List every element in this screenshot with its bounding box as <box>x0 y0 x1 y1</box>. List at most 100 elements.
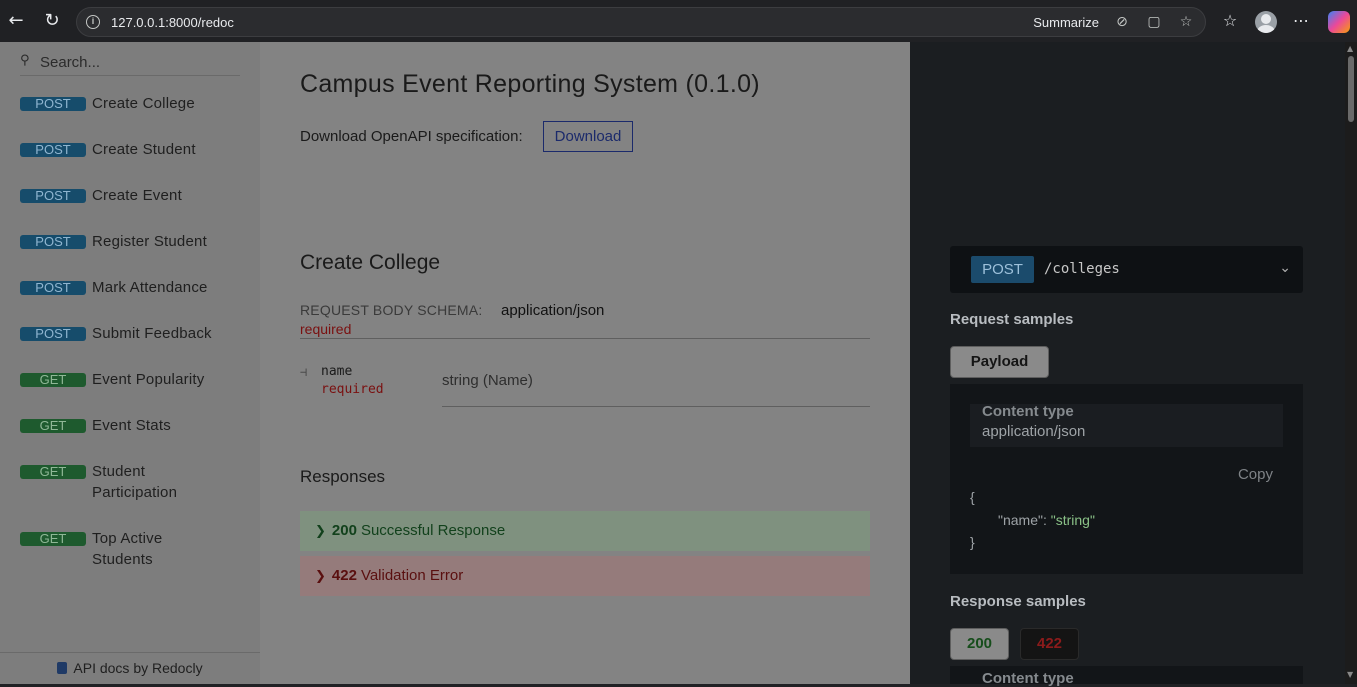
main-content: Campus Event Reporting System (0.1.0) Do… <box>260 42 910 684</box>
response-description: Successful Response <box>360 522 506 539</box>
summarize-icon[interactable]: ⊘ <box>1113 13 1131 31</box>
method-badge: GET <box>20 419 86 433</box>
response-tab-200[interactable]: 200 <box>950 628 1009 660</box>
method-badge: GET <box>20 532 86 546</box>
method-badge: POST <box>20 97 86 111</box>
scroll-up-icon[interactable]: ▲ <box>1347 44 1353 53</box>
search-input[interactable] <box>40 52 235 72</box>
sidebar-item-label: Event Popularity <box>92 371 205 388</box>
chevron-down-icon: ⌄ <box>1279 260 1291 276</box>
sidebar-item-label: Create Event <box>92 187 182 204</box>
scroll-thumb[interactable] <box>1348 56 1354 122</box>
url-text: 127.0.0.1:8000/redoc <box>111 15 234 30</box>
responses-title: Responses <box>300 467 386 486</box>
content-type-box: Content type application/json <box>970 403 1283 447</box>
redocly-logo-icon <box>57 662 68 674</box>
samples-panel: POST /colleges ⌄ Request samples Payload… <box>910 42 1345 687</box>
response-sample-panel: Content type <box>950 666 1303 687</box>
page-scrollbar[interactable]: ▲ ▼ <box>1345 42 1357 684</box>
request-sample-panel: Content type application/json Copy { "na… <box>950 384 1303 574</box>
sidebar-item-top-active-students[interactable]: GET Top Active Students <box>20 530 250 570</box>
sidebar-item-register-student[interactable]: POST Register Student <box>20 233 250 252</box>
sidebar-item-label: Create College <box>92 95 195 112</box>
sidebar-item-label: Event Stats <box>92 417 171 434</box>
content-type-value: application/json <box>982 423 1086 440</box>
sidebar-item-event-popularity[interactable]: GET Event Popularity <box>20 371 250 390</box>
site-info-icon[interactable]: i <box>86 15 100 29</box>
sidebar-item-label: Mark Attendance <box>92 279 208 296</box>
summarize-button[interactable]: Summarize <box>1033 15 1099 30</box>
browser-toolbar: ← ↻ i 127.0.0.1:8000/redoc Summarize ⊘ ▢… <box>0 0 1357 42</box>
back-icon[interactable]: ← <box>5 10 27 32</box>
download-text: Download OpenAPI specification: <box>300 128 523 145</box>
copy-button[interactable]: Copy <box>1238 466 1273 483</box>
sidebar-item-event-stats[interactable]: GET Event Stats <box>20 417 250 436</box>
operation-title: Create College <box>300 251 441 274</box>
chevron-right-icon: ❯ <box>315 524 326 539</box>
sidebar-item-label: Submit Feedback <box>92 325 212 342</box>
download-button[interactable]: Download <box>543 121 633 152</box>
response-200-row[interactable]: ❯ 200 Successful Response <box>300 511 870 551</box>
sidebar-item-mark-attendance[interactable]: POST Mark Attendance <box>20 279 250 298</box>
method-badge: POST <box>20 281 86 295</box>
profile-avatar[interactable] <box>1255 11 1277 33</box>
redocly-footer-text: API docs by Redocly <box>73 660 203 676</box>
json-close-brace: } <box>970 534 975 550</box>
sidebar-item-submit-feedback[interactable]: POST Submit Feedback <box>20 325 250 344</box>
search-icon: ⚲ <box>20 53 30 68</box>
body-required-label: required <box>300 321 352 337</box>
json-value: "string" <box>1050 512 1095 528</box>
request-body-content-type: application/json <box>501 302 605 319</box>
response-422-row[interactable]: ❯ 422 Validation Error <box>300 556 870 596</box>
response-code: 200 <box>331 522 357 539</box>
sidebar-item-label: Register Student <box>92 233 207 250</box>
page-title: Campus Event Reporting System (0.1.0) <box>300 70 760 98</box>
method-badge: GET <box>20 373 86 387</box>
address-bar[interactable]: i 127.0.0.1:8000/redoc Summarize ⊘ ▢ ☆ <box>76 7 1206 37</box>
sidebar-item-label: Top Active Students <box>92 530 163 568</box>
method-badge: POST <box>20 189 86 203</box>
response-samples-title: Response samples <box>950 593 1086 610</box>
json-colon: : <box>1042 512 1051 528</box>
reload-icon[interactable]: ↻ <box>41 10 63 32</box>
request-samples-title: Request samples <box>950 311 1074 328</box>
redocly-footer-link[interactable]: API docs by Redocly <box>0 652 260 684</box>
sidebar: ⚲ POST Create College POST Create Studen… <box>0 42 260 684</box>
content-type-label: Content type <box>982 670 1074 687</box>
sidebar-item-create-college[interactable]: POST Create College <box>20 95 250 114</box>
screenshot-icon[interactable]: ▢ <box>1145 13 1163 31</box>
endpoint-method-badge: POST <box>971 256 1034 283</box>
divider <box>442 406 870 407</box>
json-key: "name" <box>998 512 1043 528</box>
response-code: 422 <box>331 567 357 584</box>
sidebar-item-create-student[interactable]: POST Create Student <box>20 141 250 160</box>
field-required-label: required <box>321 382 384 397</box>
json-open-brace: { <box>970 489 975 505</box>
response-tab-422[interactable]: 422 <box>1020 628 1079 660</box>
payload-tab[interactable]: Payload <box>950 346 1049 378</box>
favorites-icon[interactable]: ☆ <box>1219 10 1241 32</box>
copilot-icon[interactable] <box>1328 11 1350 33</box>
sidebar-item-student-participation[interactable]: GET Student Participation <box>20 463 250 503</box>
method-badge: POST <box>20 235 86 249</box>
field-name: name <box>321 364 353 379</box>
method-badge: POST <box>20 143 86 157</box>
request-body-schema-label: REQUEST BODY SCHEMA: <box>300 302 483 318</box>
content-type-label: Content type <box>982 403 1074 420</box>
json-line: "name": "string" <box>998 512 1095 528</box>
sidebar-item-label: Create Student <box>92 141 196 158</box>
search-box: ⚲ <box>20 50 240 76</box>
page: ⚲ POST Create College POST Create Studen… <box>0 42 1357 687</box>
sidebar-item-create-event[interactable]: POST Create Event <box>20 187 250 206</box>
method-badge: GET <box>20 465 86 479</box>
field-type: string (Name) <box>442 372 533 389</box>
chevron-right-icon: ❯ <box>315 569 326 584</box>
more-menu-icon[interactable]: ⋯ <box>1290 10 1312 32</box>
favorite-star-icon[interactable]: ☆ <box>1177 13 1195 31</box>
field-tree-icon: ⊣ <box>300 365 308 379</box>
scroll-down-icon[interactable]: ▼ <box>1347 670 1353 679</box>
sidebar-item-label: Student Participation <box>92 463 178 501</box>
method-badge: POST <box>20 327 86 341</box>
endpoint-dropdown[interactable]: POST /colleges ⌄ <box>950 246 1303 293</box>
divider <box>300 338 870 339</box>
